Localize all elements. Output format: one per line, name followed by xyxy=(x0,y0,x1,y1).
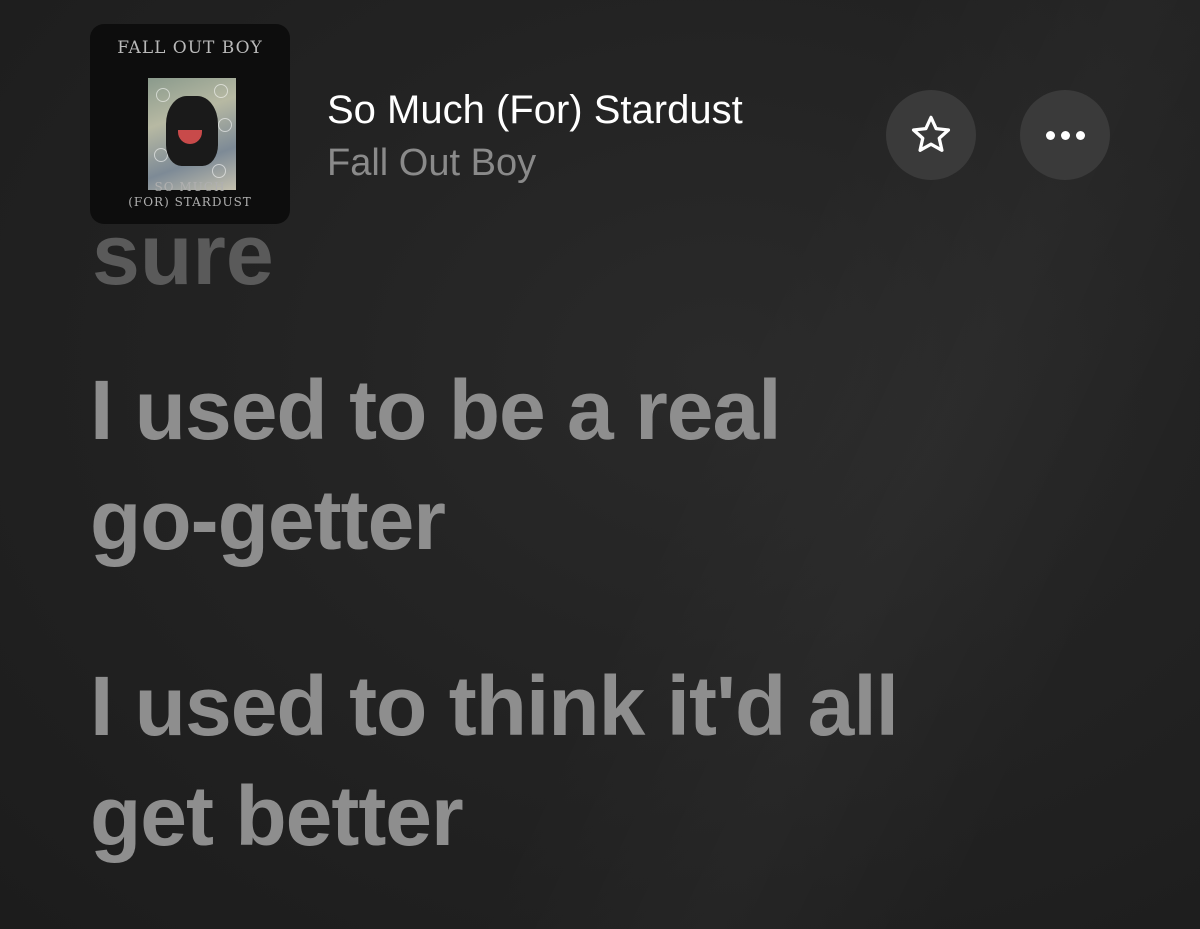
lyric-line-row: go-getter xyxy=(90,473,446,567)
artwork-band-text: FALL OUT BOY xyxy=(117,38,263,58)
lyric-line-row: I used to think it'd all xyxy=(90,659,899,753)
artwork-bubble xyxy=(214,84,228,98)
more-options-button[interactable] xyxy=(1020,90,1110,180)
album-artwork[interactable]: FALL OUT BOY SO MUCH (FOR) STARDUST xyxy=(90,24,290,224)
lyric-line-row: I used to be a real xyxy=(90,363,782,457)
artwork-photo xyxy=(148,78,236,190)
artist-name[interactable]: Fall Out Boy xyxy=(327,142,536,185)
ellipsis-icon xyxy=(1045,130,1085,140)
lyric-line[interactable]: I used to think it'd all get better xyxy=(90,651,899,871)
song-title: So Much (For) Stardust xyxy=(327,88,743,132)
artwork-album-line: (FOR) STARDUST xyxy=(128,195,252,209)
now-playing-header: FALL OUT BOY SO MUCH (FOR) STARDUST So M… xyxy=(0,0,1200,230)
star-icon xyxy=(911,115,951,152)
artwork-bubble xyxy=(212,164,226,178)
lyric-line-row: get better xyxy=(90,769,464,863)
favorite-button[interactable] xyxy=(886,90,976,180)
artwork-bubble xyxy=(218,118,232,132)
artwork-album-line: SO MUCH xyxy=(154,180,226,194)
artwork-bubble xyxy=(156,88,170,102)
lyric-line[interactable]: I used to be a real go-getter xyxy=(90,355,782,575)
